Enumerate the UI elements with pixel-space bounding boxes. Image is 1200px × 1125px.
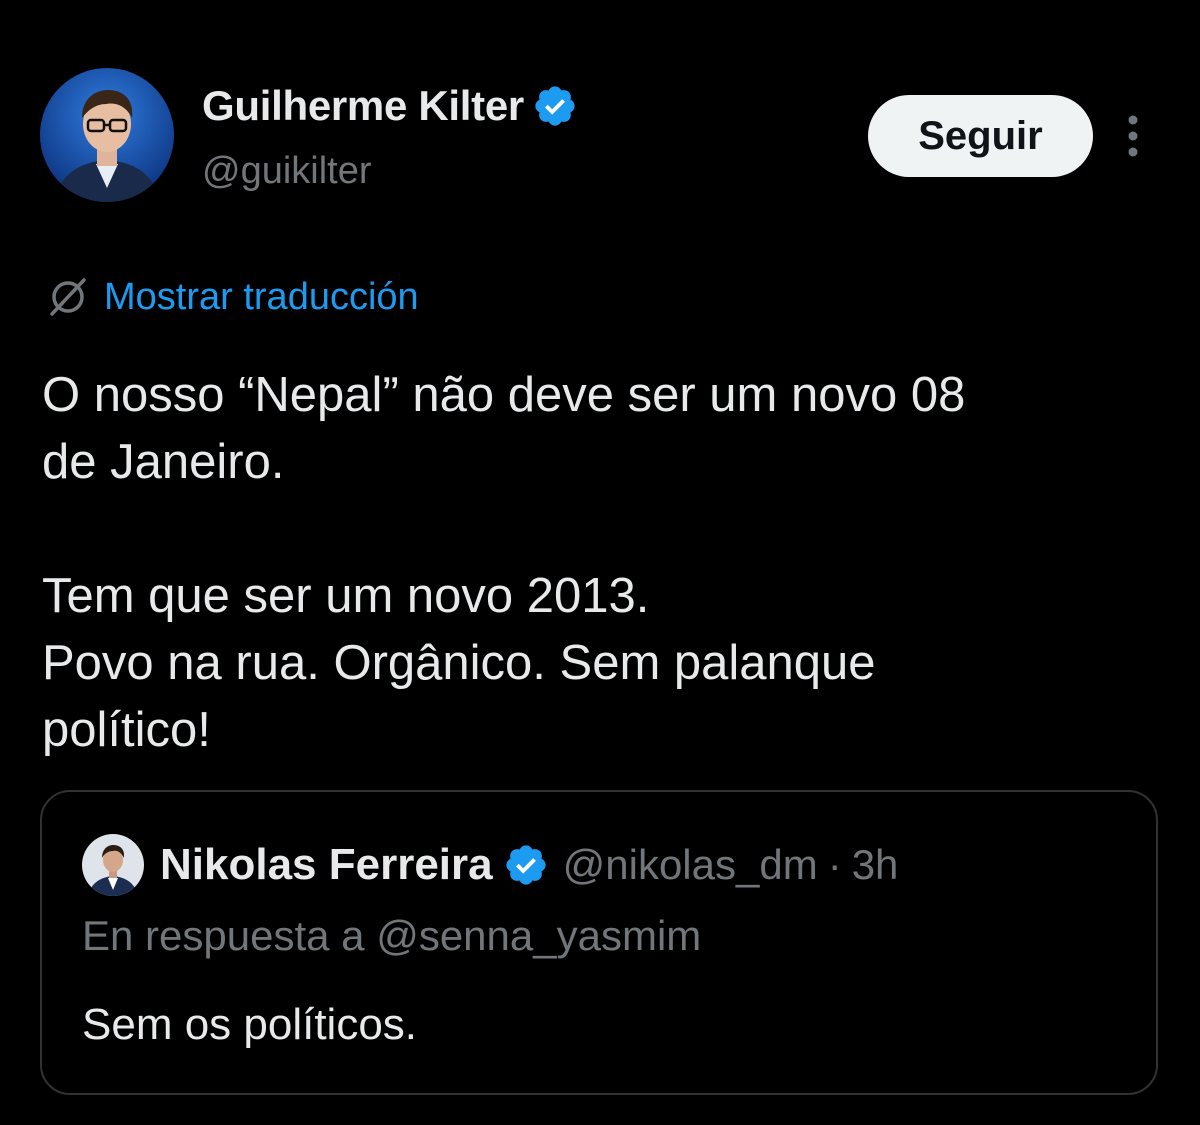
quoted-author-name[interactable]: Nikolas Ferreira [160,840,493,890]
more-vertical-icon[interactable] [1118,112,1148,160]
quoted-separator: · [827,841,842,888]
quoted-author-avatar[interactable] [82,834,144,896]
author-avatar-image [40,68,174,202]
quoted-reply-prefix: En respuesta a [82,912,365,959]
tweet-text: O nosso “Nepal” não deve ser um novo 08 … [42,362,1172,764]
quoted-timestamp[interactable]: 3h [852,841,899,889]
quoted-reply-context: En respuesta a @senna_yasmim [82,912,701,960]
tweet-text-line: Tem que ser um novo 2013. [42,569,650,623]
tweet-text-line: Povo na rua. Orgânico. Sem palanque [42,636,876,690]
author-name[interactable]: Guilherme Kilter [202,82,524,130]
tweet-text-line: O nosso “Nepal” não deve ser um novo 08 [42,368,966,422]
follow-button[interactable]: Seguir [868,95,1093,177]
quoted-tweet-text: Sem os políticos. [82,1000,418,1049]
quoted-author-handle[interactable]: @nikolas_dm [563,841,818,889]
tweet-text-line: de Janeiro. [42,435,285,489]
author-name-row[interactable]: Guilherme Kilter [202,80,578,132]
verified-badge-icon [535,86,575,126]
show-translation-label[interactable]: Mostrar traducción [104,276,419,319]
quoted-tweet-header: Nikolas Ferreira @nikolas_dm · 3h [40,830,898,900]
quoted-reply-mention[interactable]: @senna_yasmim [376,912,701,959]
author-handle[interactable]: @guikilter [202,150,372,193]
quoted-author-avatar-image [82,834,144,896]
translate-globe-icon [50,278,86,316]
quoted-verified-badge-icon [505,845,546,885]
show-translation-link[interactable]: Mostrar traducción [44,272,419,322]
tweet-text-line: político! [42,703,211,757]
author-avatar[interactable] [40,68,174,202]
